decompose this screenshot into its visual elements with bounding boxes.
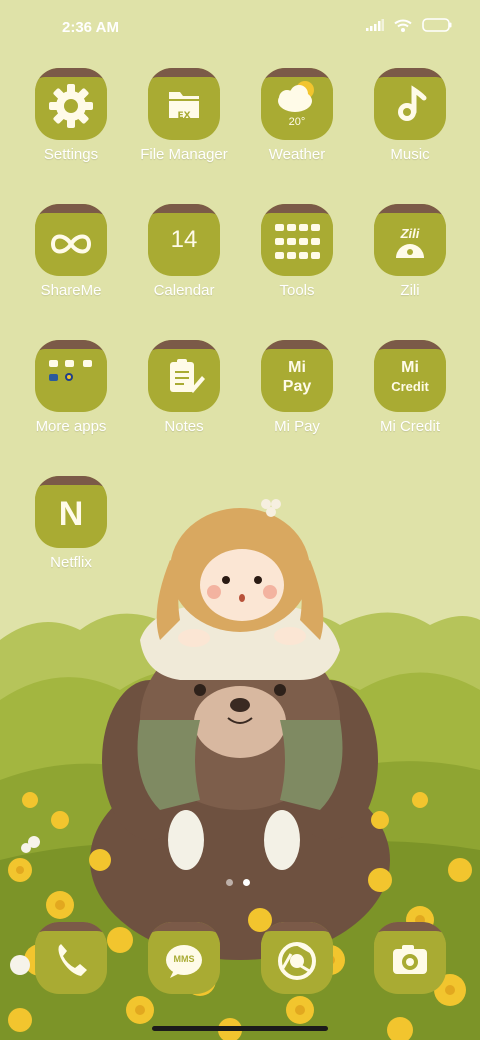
app-label: Mi Credit [379, 418, 440, 435]
tools-folder-icon [261, 204, 333, 276]
calendar-icon: 14 [148, 204, 220, 276]
app-mi-pay[interactable]: Mi Pay Mi Pay [242, 340, 352, 450]
app-label: Calendar [153, 282, 215, 299]
app-calendar[interactable]: 14 Calendar [129, 204, 239, 314]
app-label: Tools [279, 282, 315, 299]
app-netflix[interactable]: N Netflix [16, 476, 126, 586]
app-file-manager[interactable]: EX File Manager [129, 68, 239, 178]
app-label: More apps [35, 418, 107, 435]
mi-credit-glyph-credit: Credit [391, 379, 429, 394]
app-tools[interactable]: Tools [242, 204, 352, 314]
notes-icon [148, 340, 220, 412]
dock-messages[interactable]: MMS [148, 922, 220, 994]
app-more-apps[interactable]: More apps [16, 340, 126, 450]
page-dot-active[interactable] [243, 879, 250, 886]
camera-icon [374, 922, 446, 994]
phone-icon [35, 922, 107, 994]
dock-browser[interactable] [261, 922, 333, 994]
weather-icon: 20° [261, 68, 333, 140]
folder-icon: EX [148, 68, 220, 140]
page-dot[interactable] [226, 879, 233, 886]
music-note-icon [374, 68, 446, 140]
mi-pay-glyph-pay: Pay [282, 378, 312, 395]
browser-icon [261, 922, 333, 994]
app-mi-credit[interactable]: Mi Credit Mi Credit [355, 340, 465, 450]
app-label: Music [390, 146, 430, 163]
app-zili[interactable]: Zili Zili [355, 204, 465, 314]
messages-icon: MMS [148, 922, 220, 994]
gear-icon [35, 68, 107, 140]
signal-icon [366, 19, 384, 31]
dock-phone[interactable] [35, 922, 107, 994]
app-label: ShareMe [40, 282, 102, 299]
status-time: 2:36 AM [62, 19, 119, 36]
wifi-icon [394, 19, 412, 32]
infinity-icon [35, 204, 107, 276]
home-indicator[interactable] [152, 1026, 328, 1031]
messages-glyph-text: MMS [173, 954, 195, 964]
page-indicator [226, 879, 250, 886]
dock-camera[interactable] [374, 922, 446, 994]
app-label: Netflix [50, 554, 92, 571]
battery-icon [422, 18, 452, 32]
app-label: Settings [43, 146, 99, 163]
app-shareme[interactable]: ShareMe [16, 204, 126, 314]
zili-icon: Zili [374, 204, 446, 276]
file-manager-glyph-text: EX [177, 111, 191, 121]
weather-temperature: 20° [288, 116, 306, 128]
status-bar: 2:36 AM [0, 0, 480, 56]
app-music[interactable]: Music [355, 68, 465, 178]
mi-credit-icon: Mi Credit [374, 340, 446, 412]
mi-pay-icon: Mi Pay [261, 340, 333, 412]
apps-folder-icon [35, 340, 107, 412]
app-label: File Manager [140, 146, 228, 163]
app-settings[interactable]: Settings [16, 68, 126, 178]
app-label: Notes [164, 418, 204, 435]
netflix-glyph: N [58, 495, 84, 533]
calendar-day: 14 [170, 226, 198, 253]
app-label: Mi Pay [274, 418, 320, 435]
mi-credit-glyph-mi: Mi [401, 359, 419, 376]
app-label: Zili [400, 282, 420, 299]
app-label: Weather [268, 146, 326, 163]
app-notes[interactable]: Notes [129, 340, 239, 450]
mi-pay-glyph-mi: Mi [288, 359, 306, 376]
netflix-icon: N [35, 476, 107, 548]
app-weather[interactable]: 20° Weather [242, 68, 352, 178]
